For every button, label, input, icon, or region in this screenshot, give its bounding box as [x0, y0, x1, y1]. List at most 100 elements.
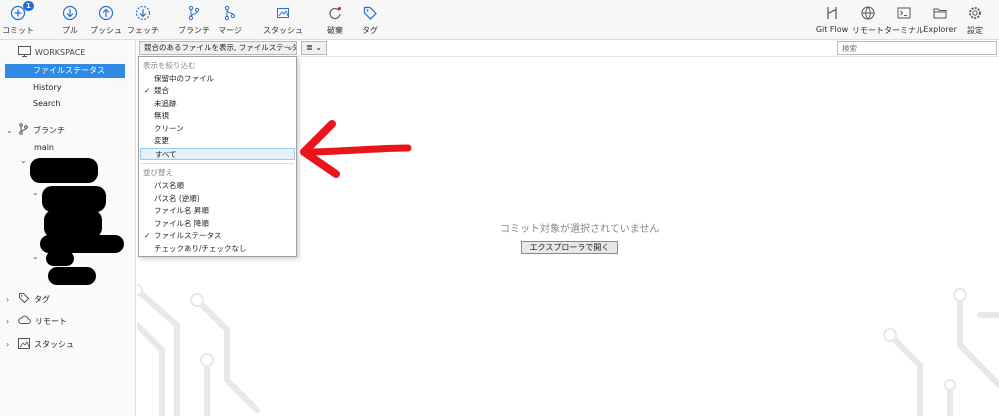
filter-section-header: 表示を絞り込む — [143, 61, 196, 70]
toolbar: 1 コミット プル プッシュ フェッチ ブランチ マージ スタッシュ 破棄 タグ… — [0, 0, 999, 40]
stash-button[interactable]: スタッシュ — [263, 3, 303, 37]
search-input[interactable] — [837, 41, 997, 55]
pull-button[interactable]: プル — [60, 3, 80, 37]
branch-button[interactable]: ブランチ — [178, 3, 210, 37]
filter-dropdown-label: 競合のあるファイルを表示, ファイルステータス順 — [144, 43, 297, 52]
commit-button[interactable]: 1 コミット — [2, 1, 34, 37]
fetch-button[interactable]: フェッチ — [127, 3, 159, 37]
arrow-up-circle-icon — [96, 3, 116, 23]
chevron-down-icon: ⌄ — [315, 43, 322, 52]
chevron-right-icon: › — [6, 294, 10, 304]
redacted-block — [48, 267, 96, 285]
merge-button[interactable]: マージ — [218, 3, 242, 37]
filter-option-clean[interactable]: クリーン — [140, 123, 295, 135]
chevron-down-icon: ⌄ — [286, 43, 293, 52]
gitflow-icon — [822, 3, 842, 23]
chevron-right-icon: › — [6, 316, 10, 326]
chevron-down-icon: ⌄ — [32, 188, 39, 197]
redacted-block — [30, 158, 98, 183]
workspace-label: WORKSPACE — [35, 48, 86, 57]
push-button[interactable]: プッシュ — [90, 3, 122, 37]
filter-option-pending[interactable]: 保留中のファイル — [140, 73, 295, 85]
circuit-pattern-left — [137, 284, 260, 416]
sort-option-path-reverse[interactable]: パス名 (逆順) — [140, 193, 295, 205]
settings-label: 設定 — [967, 26, 983, 35]
red-annotation-arrow — [300, 120, 412, 178]
monitor-icon — [18, 46, 31, 59]
merge-label: マージ — [218, 26, 242, 35]
tag-button[interactable]: タグ — [360, 3, 380, 37]
filter-option-all[interactable]: すべて — [140, 148, 295, 160]
fetch-label: フェッチ — [127, 26, 159, 35]
stash-icon — [273, 3, 293, 23]
filter-option-ignored[interactable]: 無視 — [140, 110, 295, 122]
filter-option-modified[interactable]: 変更 — [140, 135, 295, 147]
open-in-explorer-button[interactable]: エクスプローラで開く — [521, 241, 618, 254]
commit-badge: 1 — [23, 1, 34, 11]
terminal-icon — [894, 3, 914, 23]
redacted-block — [42, 186, 106, 212]
folder-icon — [930, 3, 950, 23]
sidebar-item-search[interactable]: Search — [5, 97, 125, 111]
gear-icon — [965, 3, 985, 23]
merge-icon — [220, 3, 240, 23]
stashes-label: スタッシュ — [34, 340, 74, 349]
gitflow-button[interactable]: Git Flow — [815, 3, 849, 37]
sort-section-header: 並び替え — [143, 168, 173, 177]
remote-button[interactable]: リモート — [852, 3, 884, 37]
chevron-right-icon: › — [6, 340, 10, 349]
sidebar-group-stashes[interactable]: › スタッシュ — [6, 338, 74, 351]
empty-selection-message: コミット対象が選択されていません — [500, 224, 660, 235]
filter-dropdown-menu: 表示を絞り込む 保留中のファイル ✓ 競合 未追跡 無視 クリーン 変更 すべて … — [138, 56, 297, 257]
stash-icon — [18, 338, 30, 351]
explorer-button[interactable]: Explorer — [923, 3, 957, 37]
redacted-block — [44, 210, 102, 238]
gitflow-label: Git Flow — [815, 25, 849, 34]
sidebar-item-file-status[interactable]: ファイルステータス — [5, 64, 125, 78]
arrow-down-circle-icon — [60, 3, 80, 23]
menu-divider — [141, 163, 294, 164]
check-icon: ✓ — [144, 231, 151, 240]
stash-label: スタッシュ — [263, 26, 303, 35]
app-window: 1 コミット プル プッシュ フェッチ ブランチ マージ スタッシュ 破棄 タグ… — [0, 0, 999, 416]
tag-icon — [360, 3, 380, 23]
check-icon: ✓ — [144, 86, 151, 95]
settings-button[interactable]: 設定 — [964, 3, 986, 37]
remotes-label: リモート — [35, 316, 67, 326]
pull-label: プル — [62, 26, 78, 35]
branch-icon — [18, 123, 29, 137]
sidebar-item-history[interactable]: History — [5, 81, 125, 95]
chevron-down-icon: ⌄ — [6, 125, 13, 135]
push-label: プッシュ — [90, 26, 122, 35]
sort-option-file-status[interactable]: ✓ ファイルステータス — [140, 230, 295, 242]
sort-option-filename-desc[interactable]: ファイル名 降順 — [140, 218, 295, 230]
sort-option-path[interactable]: パス名順 — [140, 180, 295, 192]
sidebar-group-tags[interactable]: › タグ — [6, 292, 50, 306]
tags-label: タグ — [34, 294, 50, 304]
tag-label: タグ — [362, 26, 378, 35]
branch-label: ブランチ — [178, 26, 210, 35]
redacted-block — [46, 251, 74, 266]
cloud-icon — [18, 315, 31, 327]
sidebar-group-branches[interactable]: ⌄ ブランチ — [6, 123, 65, 137]
tag-icon — [18, 292, 30, 306]
remote-label: リモート — [852, 26, 884, 35]
chevron-down-icon: ⌄ — [20, 156, 27, 165]
commit-label: コミット — [2, 26, 34, 35]
branch-item-main[interactable]: main — [5, 141, 125, 155]
filter-dropdown-button[interactable]: 競合のあるファイルを表示, ファイルステータス順 ⌄ — [139, 41, 297, 55]
sort-option-checked[interactable]: チェックあり/チェックなし — [140, 243, 295, 255]
filter-option-conflicts[interactable]: ✓ 競合 — [140, 85, 295, 97]
sidebar: WORKSPACE ファイルステータス History Search ⌄ ブラン… — [0, 40, 136, 416]
filter-option-untracked[interactable]: 未追跡 — [140, 98, 295, 110]
discard-button[interactable]: 破棄 — [325, 3, 345, 37]
explorer-label: Explorer — [923, 25, 957, 34]
circuit-pattern-right — [883, 288, 999, 416]
globe-icon — [858, 3, 878, 23]
discard-icon — [325, 3, 345, 23]
terminal-button[interactable]: ターミナル — [884, 3, 924, 37]
view-mode-button[interactable]: ≣ ⌄ — [301, 41, 327, 55]
sort-option-filename-asc[interactable]: ファイル名 昇順 — [140, 205, 295, 217]
chevron-down-icon: ⌄ — [32, 252, 39, 261]
sidebar-group-remotes[interactable]: › リモート — [6, 315, 67, 327]
